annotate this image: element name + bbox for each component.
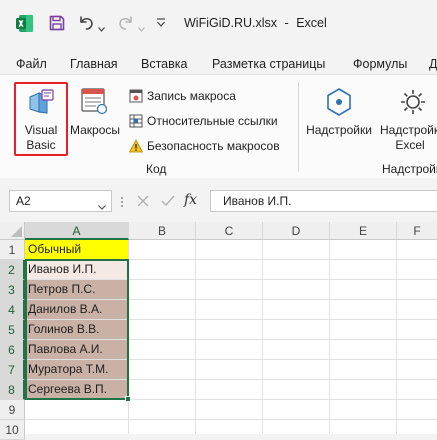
tab-insert[interactable]: Вставка <box>141 57 187 71</box>
ribbon-gap <box>0 178 437 186</box>
group-label-addins: Надстройки <box>382 162 437 176</box>
formula-input[interactable]: Иванов И.П. <box>210 190 437 212</box>
row-header-6[interactable]: 6 <box>0 340 25 360</box>
excel-logo-icon <box>16 15 33 32</box>
tab-file[interactable]: Файл <box>16 57 47 71</box>
cell-a7[interactable]: Муратора Т.М. <box>25 360 129 380</box>
addins-icon <box>325 87 353 117</box>
undo-dropdown-icon[interactable] <box>98 21 105 32</box>
warning-icon <box>128 139 144 153</box>
cell-a3[interactable]: Петров П.С. <box>25 280 129 300</box>
cell-a8[interactable]: Сергеева В.П. <box>25 380 129 400</box>
macros-button[interactable]: Макросы <box>68 82 122 156</box>
row-header-2[interactable]: 2 <box>0 260 25 280</box>
relative-references-icon <box>129 114 143 128</box>
row-header-8[interactable]: 8 <box>0 380 25 400</box>
app-name: Excel <box>296 16 327 30</box>
tab-formulas[interactable]: Формулы <box>353 57 407 71</box>
row-header-10[interactable]: 10 <box>0 420 25 440</box>
column-header-a[interactable]: A <box>25 222 129 240</box>
column-header-b[interactable]: B <box>129 222 196 240</box>
ribbon-tabs: Файл Главная Вставка Разметка страницы Ф… <box>0 44 437 74</box>
row-header-7[interactable]: 7 <box>0 360 25 380</box>
cancel-icon[interactable] <box>137 195 149 207</box>
title-separator: - <box>284 16 289 30</box>
redo-dropdown-icon[interactable] <box>138 21 145 32</box>
macros-label: Макросы <box>69 123 121 137</box>
cell-a6[interactable]: Павлова А.И. <box>25 340 129 360</box>
redo-icon[interactable] <box>117 14 135 32</box>
undo-icon[interactable] <box>77 14 95 32</box>
window-title: WiFiGiD.RU.xlsx - Excel <box>184 16 327 30</box>
visual-basic-label-line2: Basic <box>26 138 56 152</box>
relative-references-label: Относительные ссылки <box>147 114 278 128</box>
tab-data[interactable]: Д <box>429 57 437 71</box>
addins-label: Надстройки <box>306 123 372 137</box>
visual-basic-icon <box>27 88 55 116</box>
formula-bar-grip-icon[interactable] <box>120 196 124 208</box>
tab-page-layout[interactable]: Разметка страницы <box>212 57 325 71</box>
name-box-value: A2 <box>16 194 31 208</box>
row-header-5[interactable]: 5 <box>0 320 25 340</box>
group-label-code: Код <box>146 162 167 176</box>
select-all-corner[interactable] <box>0 222 25 240</box>
enter-icon[interactable] <box>161 195 175 207</box>
row-header-3[interactable]: 3 <box>0 280 25 300</box>
addins-button[interactable]: Надстройки <box>303 82 375 156</box>
tab-home[interactable]: Главная <box>70 57 118 71</box>
excel-addins-button[interactable]: Надстройки Excel <box>380 82 437 156</box>
title-bar: WiFiGiD.RU.xlsx - Excel <box>0 0 437 44</box>
column-header-f[interactable]: F <box>397 222 437 240</box>
excel-addins-label-line1: Надстройки <box>380 123 437 137</box>
cell-a1[interactable]: Обычный <box>25 240 129 260</box>
name-box[interactable]: A2 <box>9 190 112 212</box>
visual-basic-button[interactable]: Visual Basic <box>14 82 68 156</box>
name-box-dropdown-icon[interactable] <box>98 199 106 210</box>
column-header-e[interactable]: E <box>330 222 397 240</box>
cell-a4[interactable]: Данилов В.А. <box>25 300 129 320</box>
row-header-1[interactable]: 1 <box>0 240 25 260</box>
row-header-4[interactable]: 4 <box>0 300 25 320</box>
row-header-9[interactable]: 9 <box>0 400 25 420</box>
column-header-d[interactable]: D <box>263 222 330 240</box>
formula-input-value: Иванов И.П. <box>223 194 292 208</box>
relative-references-button[interactable]: Относительные ссылки <box>127 113 287 130</box>
cell-a2-active[interactable]: Иванов И.П. <box>25 260 129 280</box>
visual-basic-label-line1: Visual <box>24 123 58 137</box>
macro-security-label: Безопасность макросов <box>147 139 280 153</box>
macro-security-button[interactable]: Безопасность макросов <box>127 138 287 155</box>
record-macro-button[interactable]: Запись макроса <box>127 88 277 105</box>
insert-function-icon[interactable]: fx <box>184 192 197 208</box>
macros-icon <box>80 87 108 115</box>
fill-handle[interactable] <box>125 396 131 402</box>
cell-a5[interactable]: Голинов В.В. <box>25 320 129 340</box>
gear-icon <box>398 87 428 117</box>
record-macro-label: Запись макроса <box>147 89 236 103</box>
excel-addins-label-line2: Excel <box>395 138 425 152</box>
file-name: WiFiGiD.RU.xlsx <box>184 16 278 30</box>
save-icon[interactable] <box>49 15 65 31</box>
ribbon-group-divider <box>298 82 299 172</box>
customize-toolbar-icon[interactable] <box>156 17 166 27</box>
record-macro-icon <box>129 89 143 103</box>
column-header-c[interactable]: C <box>196 222 263 240</box>
